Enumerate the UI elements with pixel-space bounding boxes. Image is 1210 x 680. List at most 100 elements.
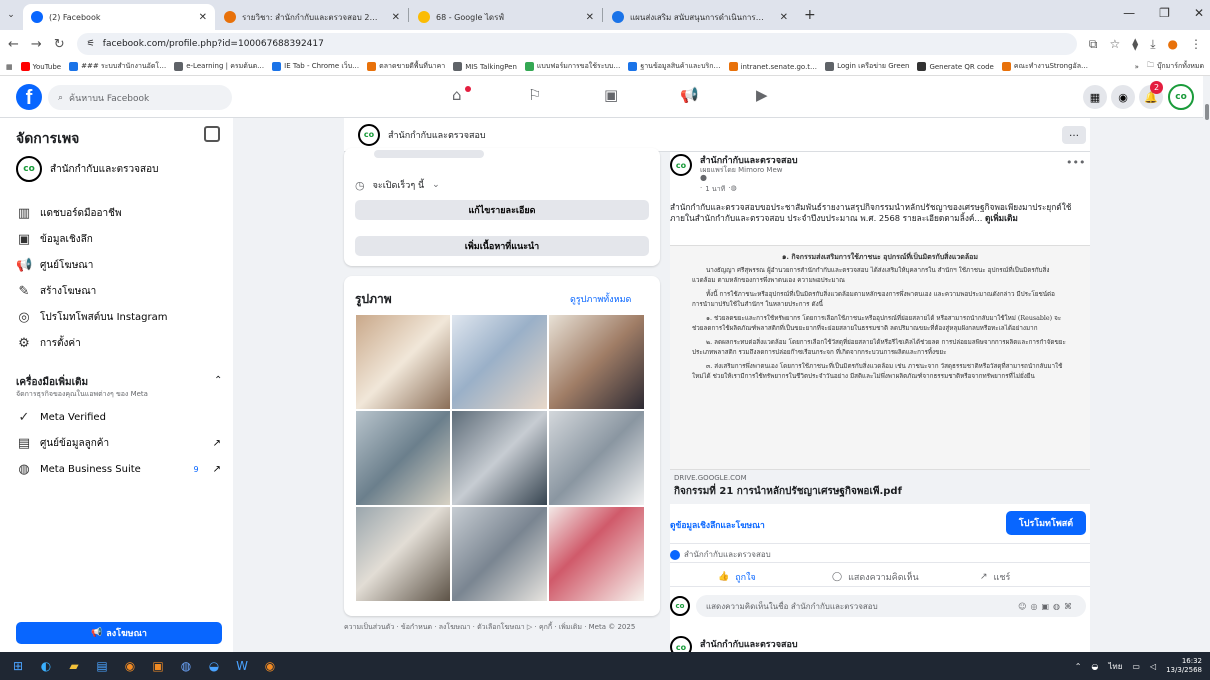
comment-button[interactable]: ◯ แสดงความคิดเห็น — [832, 570, 919, 584]
photo-thumbnail[interactable] — [355, 314, 451, 410]
page-more-button[interactable]: … — [1062, 126, 1086, 144]
insights-link[interactable]: ดูข้อมูลเชิงลึกและโฆษณา — [670, 518, 765, 532]
bookmark[interactable]: คณะทำงานStrongอัล… — [1001, 61, 1088, 72]
close-window-icon[interactable]: ✕ — [1194, 6, 1204, 20]
home-nav-icon[interactable]: ⌂ — [452, 86, 462, 104]
chrome-icon[interactable]: ◉ — [120, 656, 140, 676]
chevron-up-icon[interactable]: ⌃ — [1075, 662, 1082, 671]
edge-icon[interactable]: ◐ — [36, 656, 56, 676]
close-tab-icon[interactable]: ✕ — [392, 12, 400, 23]
more-bookmarks-icon[interactable]: » — [1135, 63, 1139, 71]
video-nav-icon[interactable]: ▣ — [604, 86, 618, 104]
flag-nav-icon[interactable]: ⚐ — [528, 86, 541, 104]
sidebar-page-profile[interactable]: co สำนักกำกับและตรวจสอบ — [16, 156, 221, 182]
facebook-logo-icon[interactable]: f — [16, 84, 42, 110]
footer-links[interactable]: ความเป็นส่วนตัว · ข้อกำหนด · ลงโฆษณา · ต… — [344, 622, 664, 632]
install-app-icon[interactable]: ⧉ — [1089, 37, 1098, 52]
profile-icon[interactable]: ● — [1168, 37, 1178, 51]
chevron-down-icon[interactable]: ⌄ — [432, 180, 440, 190]
tab-search-icon[interactable]: ⌄ — [0, 10, 22, 20]
bookmark[interactable]: Generate QR code — [917, 62, 994, 71]
bookmark[interactable]: intranet.senate.go.t… — [728, 62, 817, 71]
display-icon[interactable]: ▭ — [1132, 662, 1140, 671]
post-options-icon[interactable]: ••• — [1066, 156, 1085, 169]
sidebar-item-instagram[interactable]: ◎ โปรโมทโพสต์บน Instagram — [16, 310, 221, 325]
restore-icon[interactable]: ❐ — [1159, 6, 1170, 20]
bookmark[interactable]: IE Tab - Chrome เว็บ… — [272, 61, 359, 72]
photo-thumbnail[interactable] — [451, 506, 548, 602]
page-scrollbar[interactable] — [1203, 76, 1210, 652]
intro-button-partial[interactable] — [374, 150, 484, 158]
file-explorer-icon[interactable]: ▰ — [64, 656, 84, 676]
page-header-name[interactable]: สำนักกำกับและตรวจสอบ — [388, 128, 486, 142]
sidebar-item-customer-data[interactable]: ▤ ศูนย์ข้อมูลลูกค้า ↗ — [16, 436, 221, 451]
next-post-avatar[interactable]: co — [670, 636, 692, 652]
back-icon[interactable]: ← — [8, 37, 19, 52]
like-button[interactable]: 👍 ถูกใจ — [718, 570, 756, 584]
photo-thumbnail[interactable] — [548, 314, 645, 410]
close-tab-icon[interactable]: ✕ — [586, 12, 594, 23]
bookmark[interactable]: MIS TalkingPen — [453, 62, 517, 71]
see-more-link[interactable]: ดูเพิ่มเติม — [985, 213, 1018, 223]
scrollbar-thumb[interactable] — [1205, 104, 1209, 120]
menu-grid-icon[interactable]: ▦ — [1083, 85, 1107, 109]
app-icon[interactable]: ◒ — [204, 656, 224, 676]
apps-grid-icon[interactable]: ▦ — [6, 63, 13, 71]
network-icon[interactable]: ◒ — [1091, 662, 1098, 671]
browser-tab-drive[interactable]: 68 - Google ไดรฟ์ ✕ — [410, 4, 602, 30]
sidebar-item-create-ad[interactable]: ✎ สร้างโฆษณา — [16, 284, 221, 299]
clock[interactable]: 16:32 13/3/2568 — [1166, 657, 1202, 675]
pdf-preview[interactable]: ๑. กิจกรรมส่งเสริมการใช้ภาชนะ อุปกรณ์ที่… — [670, 245, 1090, 470]
sidebar-item-insights[interactable]: ▣ ข้อมูลเชิงลึก — [16, 232, 221, 247]
close-tab-icon[interactable]: ✕ — [199, 12, 207, 23]
site-info-icon[interactable]: ⚟ — [87, 39, 95, 49]
photo-thumbnail[interactable] — [355, 506, 451, 602]
bookmark[interactable]: ฐานข้อมูลสินค้าและบริก… — [628, 61, 721, 72]
bookmark[interactable]: Login เครือข่าย Green — [825, 61, 909, 72]
sidebar-item-settings[interactable]: ⚙ การตั้งค่า — [16, 336, 221, 351]
link-preview-meta[interactable]: DRIVE.GOOGLE.COM กิจกรรมที่ 21 การนำหลัก… — [670, 470, 1090, 504]
chevron-up-icon[interactable]: ⌃ — [214, 375, 222, 386]
bookmark[interactable]: ### ระบบสำนักงานอัตโ… — [69, 61, 166, 72]
windows-start-icon[interactable]: ⊞ — [8, 656, 28, 676]
bookmark[interactable]: e-Learning | ครมต้นต… — [174, 61, 264, 72]
app-icon[interactable]: ◍ — [176, 656, 196, 676]
photo-thumbnail[interactable] — [451, 314, 548, 410]
share-button[interactable]: ↗ แชร์ — [980, 570, 1010, 584]
see-all-photos-link[interactable]: ดูรูปภาพทั้งหมด — [570, 292, 631, 306]
app-icon[interactable]: ▣ — [148, 656, 168, 676]
bookmark[interactable]: แบบฟอร์มการขอใช้ระบบ… — [524, 61, 620, 72]
all-bookmarks-folder[interactable]: 🗀 บุ๊กมาร์กทั้งหมด — [1147, 61, 1204, 72]
account-avatar[interactable]: co — [1168, 84, 1194, 110]
promote-post-button[interactable]: โปรโมทโพสต์ — [1006, 511, 1086, 535]
watch-nav-icon[interactable]: ▶ — [756, 86, 768, 104]
photo-thumbnail[interactable] — [355, 410, 451, 506]
extensions-icon[interactable]: ⧫ — [1132, 37, 1138, 51]
reaction-summary[interactable]: สำนักกำกับและตรวจสอบ — [670, 548, 771, 561]
reload-icon[interactable]: ↻ — [54, 37, 65, 52]
page-avatar[interactable]: co — [358, 123, 380, 146]
url-input[interactable]: ⚟ facebook.com/profile.php?id=1000676883… — [76, 33, 1077, 55]
sidebar-item-meta-verified[interactable]: ✓ Meta Verified — [16, 410, 221, 425]
messenger-icon[interactable]: ◉ — [1111, 85, 1135, 109]
word-icon[interactable]: W — [232, 656, 252, 676]
post-author-avatar[interactable]: co — [670, 154, 692, 176]
add-featured-button[interactable]: เพิ่มเนื้อหาที่แนะนำ — [355, 236, 649, 256]
photo-thumbnail[interactable] — [451, 410, 548, 506]
sidebar-item-business-suite[interactable]: ◍ Meta Business Suite 9 ↗ — [16, 462, 221, 477]
facebook-search-input[interactable]: ⌕ ค้นหาบน Facebook — [48, 85, 232, 110]
minimize-icon[interactable]: — — [1123, 6, 1135, 20]
sidebar-item-ad-center[interactable]: 📢 ศูนย์โฆษณา — [16, 258, 221, 273]
downloads-icon[interactable]: ⤓ — [1150, 37, 1155, 52]
edit-details-button[interactable]: แก้ไขรายละเอียด — [355, 200, 649, 220]
next-post-author[interactable]: สำนักกำกับและตรวจสอบ — [700, 637, 798, 651]
chrome-icon[interactable]: ◉ — [260, 656, 280, 676]
chrome-menu-icon[interactable]: ⋮ — [1190, 37, 1202, 51]
collapse-sidebar-icon[interactable] — [204, 126, 220, 142]
photo-thumbnail[interactable] — [548, 506, 645, 602]
bookmark[interactable]: ตลาดขายดีพื้นที่นาคา — [367, 61, 445, 72]
comment-input[interactable]: แสดงความคิดเห็นในชื่อ สำนักกำกับและตรวจส… — [696, 595, 1086, 617]
app-icon[interactable]: ▤ — [92, 656, 112, 676]
photo-thumbnail[interactable] — [548, 410, 645, 506]
post-timestamp[interactable]: · 1 นาที ·◍ — [700, 184, 737, 195]
